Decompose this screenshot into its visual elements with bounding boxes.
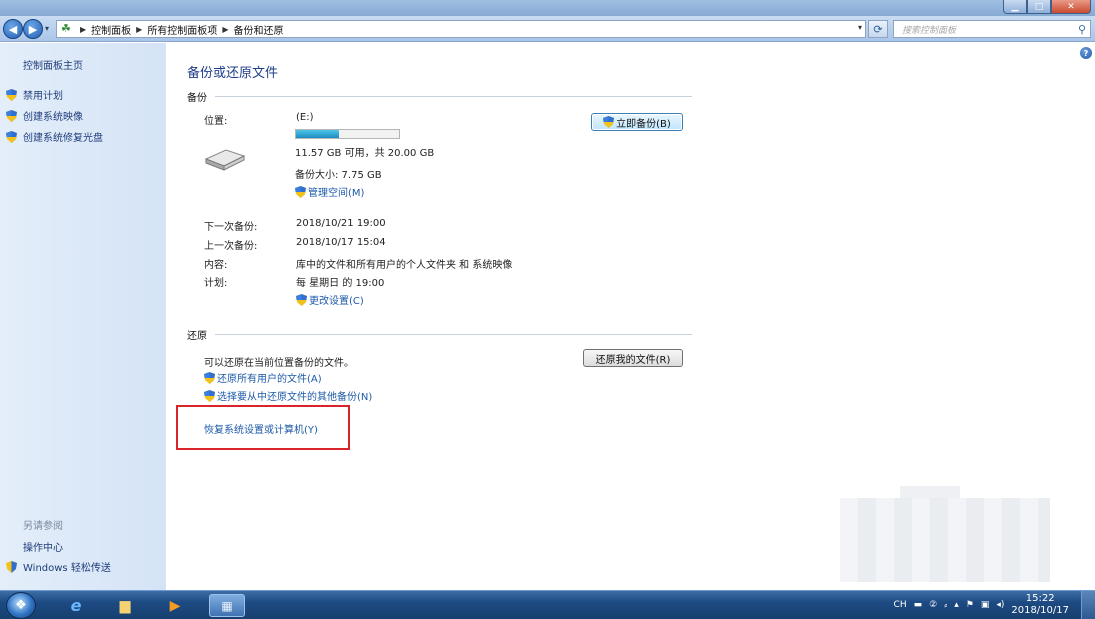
select-other-backup-link[interactable]: 选择要从中还原文件的其他备份(N)	[204, 388, 372, 403]
address-bar[interactable]: ☘ ▶ 控制面板 ▶ 所有控制面板项 ▶ 备份和还原 ▾	[56, 20, 866, 38]
backup-section-title: 备份	[187, 93, 207, 104]
keyboard-icon[interactable]: ▬	[914, 600, 923, 610]
schedule-value: 每 星期日 的 19:00	[296, 278, 385, 289]
breadcrumb-separator-icon[interactable]: ▶	[80, 25, 86, 34]
media-player-icon[interactable]: ▶	[157, 594, 193, 617]
contents-label: 内容:	[204, 260, 228, 271]
clock-time: 15:22	[1025, 593, 1055, 604]
forward-button[interactable]: ▶	[23, 19, 43, 39]
breadcrumb-all-items[interactable]: 所有控制面板项	[147, 22, 217, 37]
search-placeholder: 搜索控制面板	[902, 25, 957, 36]
backup-now-label: 立即备份(B)	[616, 118, 671, 130]
shield-icon	[6, 130, 17, 143]
hard-drive-icon	[204, 149, 246, 171]
restore-section-title: 还原	[187, 331, 207, 342]
breadcrumb-separator-icon[interactable]: ▶	[222, 25, 228, 34]
disk-free-text: 11.57 GB 可用，共 20.00 GB	[295, 148, 435, 159]
breadcrumb-backup-restore[interactable]: 备份和还原	[233, 22, 283, 37]
shield-icon	[603, 116, 615, 128]
see-also-heading: 另请参阅	[23, 521, 63, 532]
section-divider	[215, 96, 692, 97]
select-other-backup-label: 选择要从中还原文件的其他备份(N)	[217, 392, 373, 403]
clock-date: 2018/10/17	[1011, 605, 1069, 616]
change-settings-label: 更改设置(C)	[309, 296, 364, 307]
manage-space-label: 管理空间(M)	[308, 188, 365, 199]
sidebar-item-label: 创建系统修复光盘	[23, 133, 103, 144]
sidebar-item-create-system-image[interactable]: 创建系统映像	[6, 108, 83, 123]
help-tray-icon[interactable]: ②	[929, 600, 937, 610]
sidebar-item-disable-schedule[interactable]: 禁用计划	[6, 87, 63, 102]
ie-icon[interactable]: e	[58, 594, 94, 617]
window-controls: ▁ □ ✕	[1003, 0, 1091, 14]
sidebar-item-create-repair-disc[interactable]: 创建系统修复光盘	[6, 129, 103, 144]
windows-start-orb-icon[interactable]: ❖	[6, 592, 36, 619]
recent-pages-dropdown[interactable]: ▾	[45, 24, 49, 33]
close-button[interactable]: ✕	[1051, 0, 1091, 14]
restore-description: 可以还原在当前位置备份的文件。	[204, 358, 354, 369]
maximize-button[interactable]: □	[1027, 0, 1051, 14]
breadcrumb-control-panel[interactable]: 控制面板	[91, 22, 131, 37]
windows-easy-transfer-icon	[6, 560, 17, 573]
restore-my-files-button[interactable]: 还原我的文件(R)	[583, 349, 683, 367]
sidebar-item-label: 禁用计划	[23, 91, 63, 102]
schedule-label: 计划:	[204, 278, 228, 289]
shield-icon	[204, 389, 215, 402]
shield-icon	[295, 185, 306, 198]
see-also-action-center[interactable]: 操作中心	[23, 539, 63, 554]
network-icon[interactable]: ▣	[981, 600, 990, 610]
show-desktop-button[interactable]	[1081, 591, 1095, 619]
recover-system-link[interactable]: 恢复系统设置或计算机(Y)	[204, 421, 318, 436]
address-dropdown-icon[interactable]: ▾	[858, 23, 862, 32]
control-panel-icon[interactable]: ▦	[209, 594, 245, 617]
title-bar: ▁ □ ✕	[0, 0, 1095, 16]
shield-icon	[296, 293, 307, 306]
disk-usage-bar	[295, 129, 400, 139]
shield-icon	[6, 109, 17, 122]
contents-value: 库中的文件和所有用户的个人文件夹 和 系统映像	[296, 260, 513, 271]
sidebar-control-panel-home[interactable]: 控制面板主页	[23, 57, 83, 72]
volume-icon[interactable]: ◂)	[996, 600, 1004, 610]
breadcrumb-separator-icon[interactable]: ▶	[136, 25, 142, 34]
show-hidden-icons[interactable]: ▴	[954, 600, 959, 610]
search-input[interactable]: 搜索控制面板 ⚲	[893, 20, 1091, 38]
search-icon[interactable]: ⚲	[1078, 23, 1086, 36]
manage-space-link[interactable]: 管理空间(M)	[295, 184, 364, 199]
section-divider	[215, 334, 692, 335]
see-also-label: Windows 轻松传送	[23, 563, 111, 574]
restore-all-users-link[interactable]: 还原所有用户的文件(A)	[204, 370, 322, 385]
restore-all-users-label: 还原所有用户的文件(A)	[217, 374, 322, 385]
sidebar-item-label: 创建系统映像	[23, 112, 83, 123]
taskbar: ❖ e ▆ ▶ ▦ CH ▬ ② ⸗ ▴ ⚑ ▣ ◂) 15:22 2018/1…	[0, 590, 1095, 619]
shield-icon	[6, 88, 17, 101]
disk-usage-fill	[296, 130, 340, 138]
next-backup-value: 2018/10/21 19:00	[296, 218, 386, 229]
page-title: 备份或还原文件	[187, 66, 279, 81]
pen-icon[interactable]: ⸗	[944, 600, 947, 611]
change-settings-link[interactable]: 更改设置(C)	[296, 292, 364, 307]
language-indicator[interactable]: CH	[894, 600, 907, 610]
see-also-windows-easy-transfer[interactable]: Windows 轻松传送	[6, 559, 111, 574]
backup-size-text: 备份大小: 7.75 GB	[295, 170, 382, 181]
control-panel-icon: ☘	[61, 22, 71, 35]
refresh-button[interactable]: ⟳	[868, 20, 888, 38]
left-task-pane: 控制面板主页 禁用计划 创建系统映像 创建系统修复光盘 另请参阅 操作中心 Wi…	[0, 43, 166, 590]
last-backup-label: 上一次备份:	[204, 241, 258, 252]
next-backup-label: 下一次备份:	[204, 222, 258, 233]
blurred-area	[840, 498, 1050, 582]
shield-icon	[204, 371, 215, 384]
location-value: (E:)	[296, 112, 314, 123]
last-backup-value: 2018/10/17 15:04	[296, 237, 386, 248]
minimize-button[interactable]: ▁	[1003, 0, 1027, 14]
navigation-bar: ◀ ▶ ▾ ☘ ▶ 控制面板 ▶ 所有控制面板项 ▶ 备份和还原 ▾ ⟳ 搜索控…	[0, 16, 1095, 42]
location-label: 位置:	[204, 116, 228, 127]
backup-now-button[interactable]: 立即备份(B)	[591, 113, 683, 131]
action-center-flag-icon[interactable]: ⚑	[966, 600, 974, 610]
explorer-icon[interactable]: ▆	[107, 594, 143, 617]
system-tray: CH ▬ ② ⸗ ▴ ⚑ ▣ ◂) 15:22 2018/10/17	[894, 591, 1095, 619]
clock[interactable]: 15:22 2018/10/17	[1011, 593, 1069, 617]
backup-section-header: 备份	[187, 89, 692, 104]
help-icon[interactable]: ?	[1080, 47, 1092, 59]
restore-section-header: 还原	[187, 327, 692, 342]
back-button[interactable]: ◀	[3, 19, 23, 39]
